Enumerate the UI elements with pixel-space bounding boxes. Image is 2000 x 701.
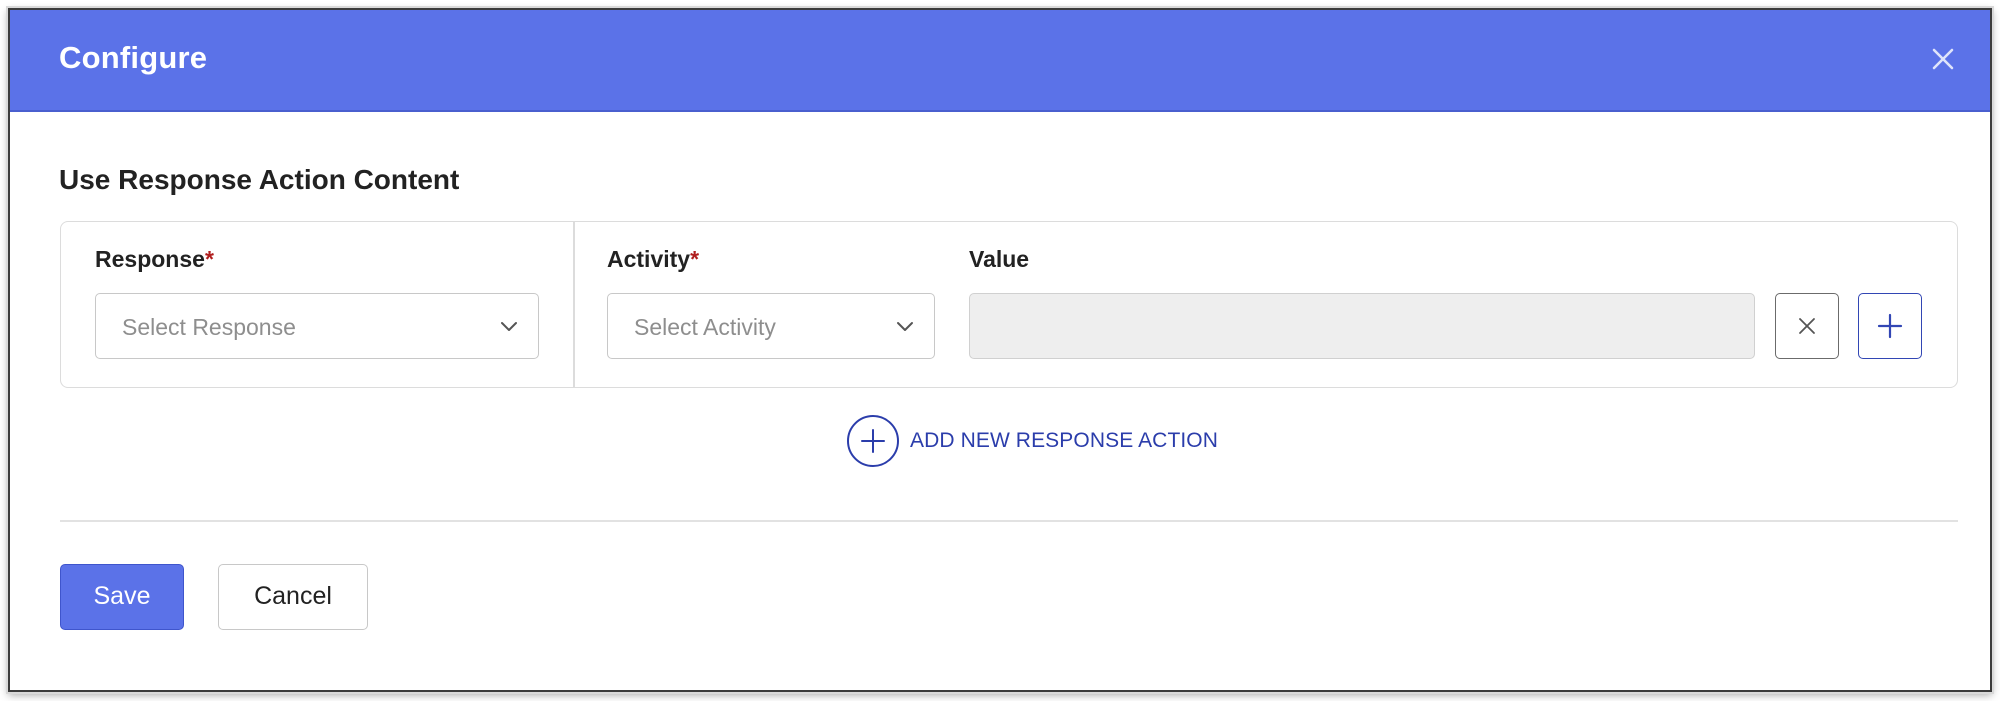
plus-icon [1877, 313, 1903, 339]
section-title: Use Response Action Content [59, 164, 460, 195]
save-button[interactable]: Save [60, 564, 184, 630]
activity-select-placeholder: Select Activity [634, 314, 776, 340]
response-select-placeholder: Select Response [122, 314, 296, 340]
activity-label-text: Activity [607, 246, 691, 272]
configure-dialog: Configure Use Response Action Content Re… [8, 8, 1992, 692]
cancel-button[interactable]: Cancel [218, 564, 368, 630]
activity-select[interactable]: Select Activity [607, 293, 935, 359]
chevron-down-icon [501, 322, 517, 331]
response-action-row: Response* Select Response Activity* Sele… [60, 221, 1958, 388]
value-input[interactable] [969, 293, 1755, 359]
footer-divider [60, 520, 1958, 522]
activity-label: Activity* [607, 246, 699, 273]
response-select[interactable]: Select Response [95, 293, 539, 359]
close-icon [1932, 48, 1954, 70]
add-new-response-action-label: ADD NEW RESPONSE ACTION [910, 429, 1219, 452]
plus-circle-icon [847, 415, 899, 467]
close-icon [1799, 318, 1815, 334]
required-mark: * [204, 246, 214, 272]
dialog-header: Configure [10, 10, 1990, 112]
dialog-title: Configure [59, 40, 208, 75]
close-button[interactable] [1926, 42, 1960, 76]
column-divider [573, 222, 575, 387]
value-label: Value [969, 246, 1030, 272]
response-label-text: Response [95, 246, 205, 272]
required-mark: * [690, 246, 700, 272]
add-row-button[interactable] [1858, 293, 1922, 359]
chevron-down-icon [897, 322, 913, 331]
remove-row-button[interactable] [1775, 293, 1839, 359]
response-label: Response* [95, 246, 214, 273]
